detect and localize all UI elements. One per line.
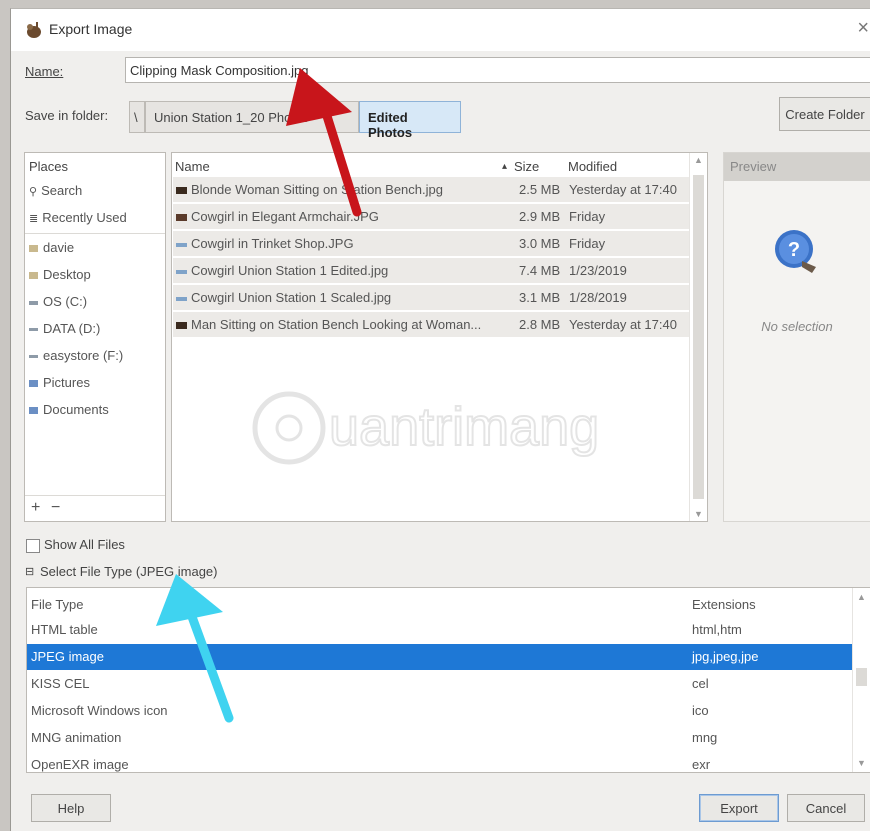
cyan-arrow	[156, 574, 234, 723]
annotation-arrows	[156, 68, 362, 723]
red-arrow	[286, 68, 362, 217]
